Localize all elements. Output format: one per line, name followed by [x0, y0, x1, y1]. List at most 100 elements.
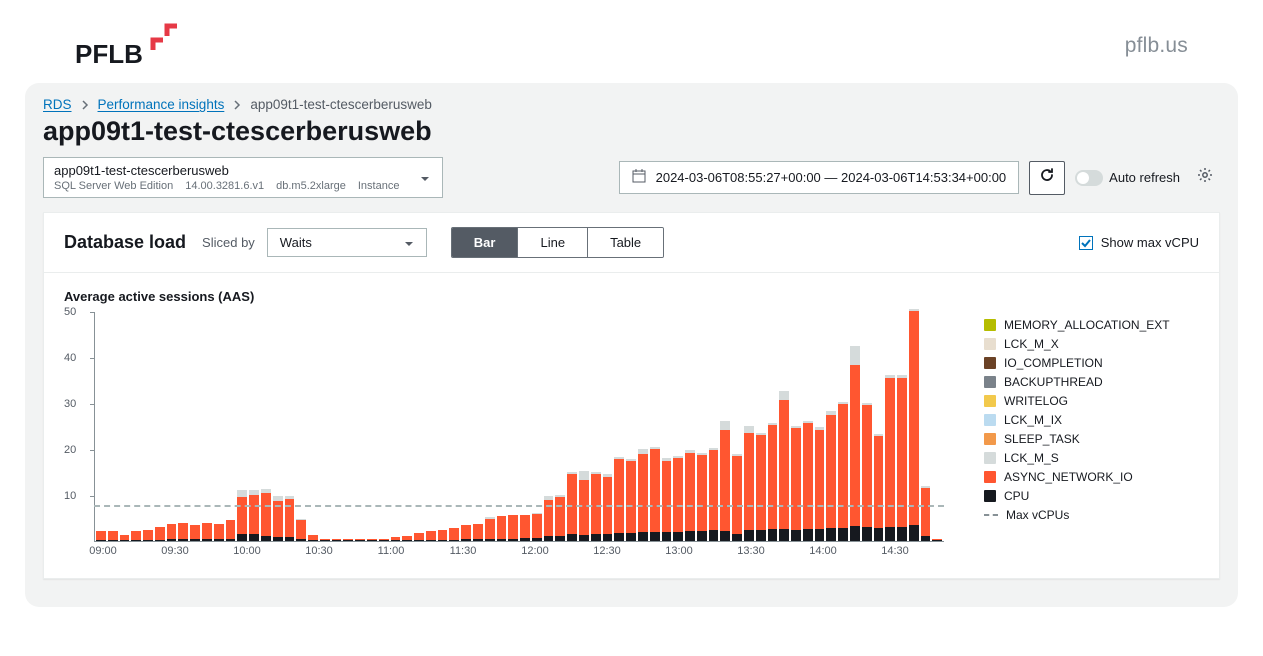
bar[interactable] [497, 516, 507, 541]
bar[interactable] [650, 447, 660, 541]
bar[interactable] [508, 515, 518, 541]
bar[interactable] [520, 515, 530, 541]
legend-item-maxvcpu: Max vCPUs [984, 508, 1170, 522]
instance-selector[interactable]: app09t1-test-ctescerberusweb SQL Server … [43, 157, 443, 198]
bar[interactable] [791, 426, 801, 541]
bar[interactable] [249, 490, 259, 542]
legend-item[interactable]: LCK_M_X [984, 337, 1170, 351]
bar[interactable] [214, 524, 224, 541]
bar[interactable] [626, 459, 636, 541]
view-bar-button[interactable]: Bar [452, 228, 519, 257]
bar[interactable] [461, 525, 471, 541]
bar[interactable] [685, 450, 695, 541]
legend-item[interactable]: MEMORY_ALLOCATION_EXT [984, 318, 1170, 332]
bar[interactable] [697, 453, 707, 541]
bar[interactable] [673, 456, 683, 541]
bar[interactable] [131, 531, 141, 541]
bar[interactable] [473, 524, 483, 541]
view-table-button[interactable]: Table [588, 228, 663, 257]
bar[interactable] [921, 486, 931, 541]
bar[interactable] [756, 433, 766, 541]
breadcrumb-link-rds[interactable]: RDS [43, 97, 72, 112]
bar[interactable] [449, 528, 459, 541]
bar[interactable] [720, 421, 730, 541]
bar[interactable] [779, 391, 789, 541]
bar[interactable] [320, 539, 330, 541]
legend-item[interactable]: ASYNC_NETWORK_IO [984, 470, 1170, 484]
bar[interactable] [544, 496, 554, 541]
time-range-selector[interactable]: 2024-03-06T08:55:27+00:00 — 2024-03-06T1… [619, 161, 1020, 194]
auto-refresh-label: Auto refresh [1109, 170, 1180, 185]
max-vcpu-line [94, 505, 944, 507]
settings-button[interactable] [1190, 163, 1220, 193]
bar[interactable] [897, 375, 907, 541]
calendar-icon [632, 169, 646, 186]
bar[interactable] [273, 496, 283, 541]
bar[interactable] [768, 423, 778, 541]
brand-site-link[interactable]: pflb.us [1125, 34, 1188, 58]
legend-item[interactable]: LCK_M_IX [984, 413, 1170, 427]
bar[interactable] [296, 519, 306, 541]
bar[interactable] [96, 531, 106, 541]
bar[interactable] [332, 539, 342, 541]
legend-item[interactable]: CPU [984, 489, 1170, 503]
bar[interactable] [532, 513, 542, 541]
refresh-button[interactable] [1029, 161, 1065, 195]
bar[interactable] [414, 533, 424, 541]
bar[interactable] [555, 495, 565, 541]
slice-select[interactable]: Waits [267, 228, 427, 257]
bar[interactable] [614, 457, 624, 541]
bar[interactable] [178, 523, 188, 541]
bar[interactable] [826, 411, 836, 541]
bar[interactable] [862, 403, 872, 541]
show-max-vcpu-checkbox[interactable] [1079, 236, 1093, 250]
bar[interactable] [308, 535, 318, 541]
bar[interactable] [402, 536, 412, 541]
breadcrumb-link-pi[interactable]: Performance insights [98, 97, 225, 112]
bar[interactable] [603, 474, 613, 541]
legend-item[interactable]: WRITELOG [984, 394, 1170, 408]
bar[interactable] [838, 402, 848, 541]
bar[interactable] [285, 496, 295, 541]
database-load-panel: Database load Sliced by Waits Bar Line T… [43, 212, 1220, 579]
legend-item[interactable]: BACKUPTHREAD [984, 375, 1170, 389]
breadcrumb-current: app09t1-test-ctescerberusweb [250, 97, 432, 112]
bar[interactable] [202, 523, 212, 541]
bar[interactable] [803, 421, 813, 542]
bar[interactable] [391, 537, 401, 541]
breadcrumb: RDS Performance insights app09t1-test-ct… [25, 83, 1238, 114]
bar[interactable] [355, 539, 365, 541]
bar[interactable] [932, 539, 942, 541]
bar[interactable] [237, 490, 247, 541]
bar[interactable] [108, 531, 118, 541]
bar[interactable] [438, 530, 448, 541]
view-line-button[interactable]: Line [518, 228, 588, 257]
bar[interactable] [190, 525, 200, 541]
legend-item[interactable]: IO_COMPLETION [984, 356, 1170, 370]
bar[interactable] [732, 454, 742, 541]
bar[interactable] [638, 449, 648, 541]
auto-refresh-toggle[interactable] [1075, 170, 1103, 186]
legend-item[interactable]: SLEEP_TASK [984, 432, 1170, 446]
bar[interactable] [662, 458, 672, 541]
bar[interactable] [226, 520, 236, 541]
chevron-right-icon [80, 100, 90, 110]
bar[interactable] [343, 539, 353, 541]
bar[interactable] [815, 427, 825, 541]
bar[interactable] [874, 434, 884, 541]
bar[interactable] [261, 489, 271, 541]
bar[interactable] [426, 531, 436, 541]
bar[interactable] [367, 539, 377, 541]
x-tick-label: 13:30 [737, 545, 765, 557]
bar[interactable] [379, 539, 389, 541]
bar[interactable] [155, 527, 165, 541]
legend-item[interactable]: LCK_M_S [984, 451, 1170, 465]
bar[interactable] [885, 375, 895, 541]
bar[interactable] [709, 448, 719, 541]
bar[interactable] [485, 517, 495, 541]
bar[interactable] [850, 346, 860, 541]
bar[interactable] [120, 535, 130, 541]
bar[interactable] [744, 426, 754, 541]
bar[interactable] [167, 524, 177, 541]
bar[interactable] [143, 530, 153, 541]
